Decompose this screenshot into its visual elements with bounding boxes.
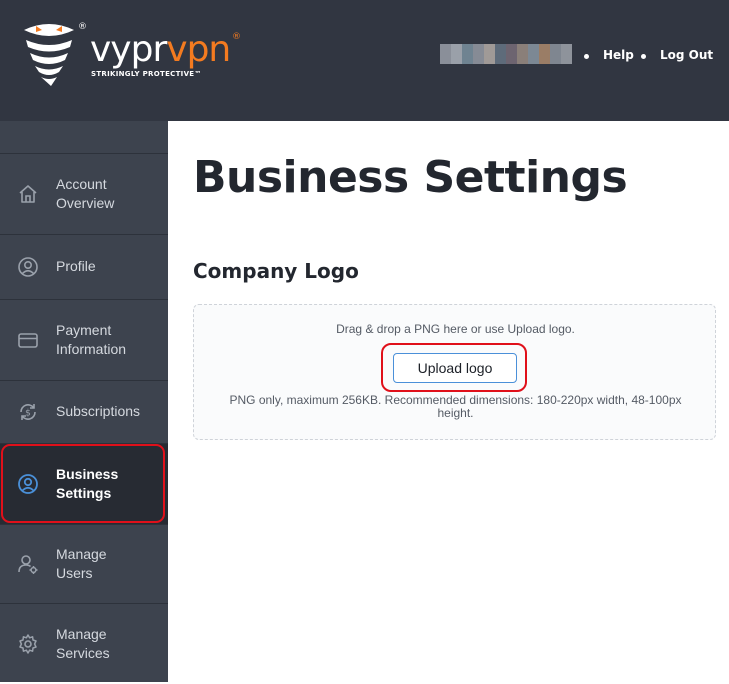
help-link[interactable]: Help [603,48,634,62]
sidebar-item-manage-users[interactable]: Manage Users [0,525,168,604]
sidebar-nav: Account Overview Profile Payment Informa… [0,121,168,682]
sidebar-item-label: Business [56,466,119,482]
page-title: Business Settings [193,152,628,203]
nav-separator-dot [641,54,646,59]
logo-registered-mark-2: ® [232,32,241,42]
sidebar-item-business-settings[interactable]: Business Settings [0,444,168,525]
logo-registered-mark: ® [78,22,87,32]
nav-separator-dot [584,54,589,59]
sidebar-item-label: Information [56,341,127,357]
refresh-dollar-icon: $ [20,404,36,420]
credit-card-icon [18,333,38,348]
logo-word-vpn: vpn [166,29,231,70]
sidebar-item-label: Services [56,645,110,661]
company-logo-heading: Company Logo [193,259,359,283]
sidebar-item-payment-information[interactable]: Payment Information [0,300,168,381]
sidebar-item-label: Users [56,565,93,581]
logo-wordmark: vyprvpn [90,29,231,70]
sidebar-item-label: Subscriptions [56,403,141,419]
svg-text:$: $ [25,409,31,419]
sidebar-item-label: Manage [56,626,107,642]
blurred-username[interactable] [440,44,572,64]
sidebar-top-spacer [0,121,168,154]
top-header: ® vyprvpn ® STRIKINGLY PROTECTIVE™ Help … [0,0,729,121]
sidebar-item-account-overview[interactable]: Account Overview [0,154,168,235]
sidebar-item-profile[interactable]: Profile [0,235,168,300]
user-circle-icon [18,474,38,494]
sidebar-item-label: Account [56,176,107,192]
sidebar-item-label: Profile [56,258,96,274]
dropzone-hint: Drag & drop a PNG here or use Upload log… [336,322,575,336]
logo-tagline: STRIKINGLY PROTECTIVE™ [91,70,202,78]
sidebar-item-label: Settings [56,485,112,501]
user-gear-icon [18,555,38,574]
viper-logo-icon [24,24,74,86]
vyprvpn-logo[interactable]: ® vyprvpn ® STRIKINGLY PROTECTIVE™ [20,20,250,90]
sidebar-item-subscriptions[interactable]: $ Subscriptions [0,381,168,444]
home-icon [19,185,37,203]
sidebar-item-label: Overview [56,195,115,211]
user-circle-icon [18,257,38,277]
logo-word-vypr: vypr [90,29,167,70]
logo-requirements-text: PNG only, maximum 256KB. Recommended dim… [229,393,682,420]
sidebar-item-label: Payment [56,322,112,338]
logout-link[interactable]: Log Out [660,48,713,62]
sidebar-item-manage-services[interactable]: Manage Services [0,604,168,684]
gear-icon [19,634,37,654]
sidebar-item-label: Manage [56,546,107,562]
upload-logo-button[interactable]: Upload logo [393,353,517,383]
logo-dropzone[interactable]: Drag & drop a PNG here or use Upload log… [193,304,716,440]
